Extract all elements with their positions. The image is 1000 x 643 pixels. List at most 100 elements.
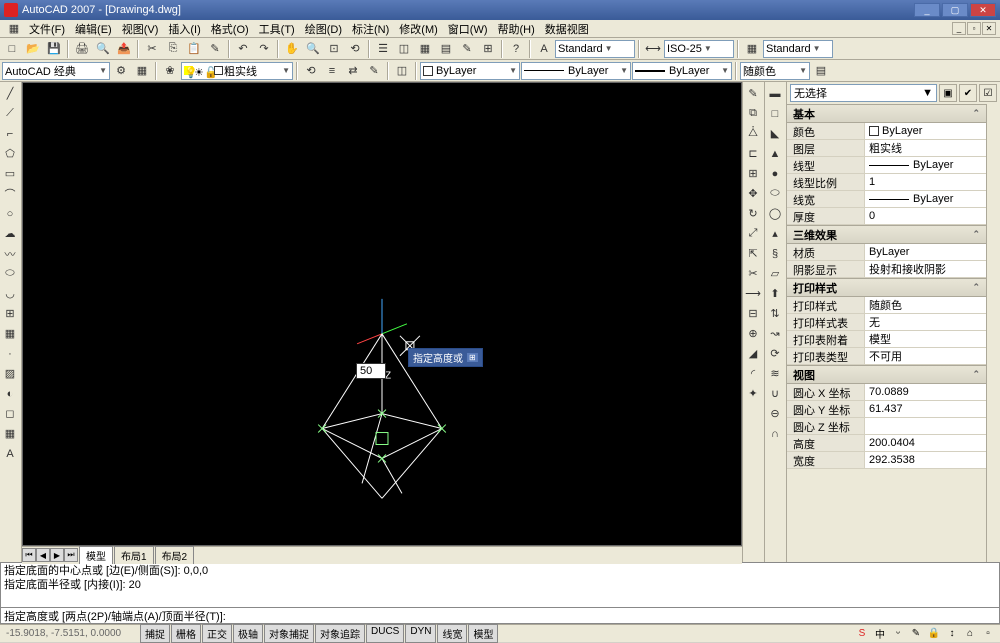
menu-dimension[interactable]: 标注(N) xyxy=(347,20,394,38)
layer-combo[interactable]: 💡☀🔓 粗实线▼ xyxy=(181,62,293,80)
rotate-icon[interactable]: ↻ xyxy=(743,204,763,223)
point-icon[interactable]: · xyxy=(0,344,20,363)
rectangle-icon[interactable]: ▭ xyxy=(0,164,20,183)
subtract-icon[interactable]: ⊖ xyxy=(765,404,785,423)
erase-icon[interactable]: ✎ xyxy=(743,84,763,103)
pan-icon[interactable]: ✋ xyxy=(282,39,302,58)
sweep-icon[interactable]: ↝ xyxy=(765,324,785,343)
zoom-prev-icon[interactable]: ⟲ xyxy=(345,39,365,58)
open-icon[interactable]: 📂 xyxy=(23,39,43,58)
tray-annotation-icon[interactable]: ↕ xyxy=(944,627,960,641)
menu-window[interactable]: 窗口(W) xyxy=(443,20,493,38)
status-toggle[interactable]: DYN xyxy=(405,624,436,643)
line-icon[interactable]: ╱ xyxy=(0,84,20,103)
status-toggle[interactable]: 线宽 xyxy=(437,624,467,643)
layer-prev-icon[interactable]: ⟲ xyxy=(301,61,321,80)
status-toggle[interactable]: 对象追踪 xyxy=(315,624,365,643)
status-toggle[interactable]: 捕捉 xyxy=(140,624,170,643)
tray-lang-icon[interactable]: 中 xyxy=(872,627,888,641)
designcenter-icon[interactable]: ◫ xyxy=(394,39,414,58)
copy-obj-icon[interactable]: ⧉ xyxy=(743,104,763,123)
layer-make-icon[interactable]: ✎ xyxy=(364,61,384,80)
status-toggle[interactable]: 栅格 xyxy=(171,624,201,643)
drawing-canvas[interactable]: Z 50 指定高度或⊞ xyxy=(22,82,742,546)
tab-prev-icon[interactable]: ◀ xyxy=(36,548,50,562)
prop-row[interactable]: 打印表附着到模型 xyxy=(787,331,986,348)
tray-lock-icon[interactable]: 🔒 xyxy=(926,627,942,641)
layer-props-icon[interactable]: ❀ xyxy=(160,61,180,80)
textstyle-icon[interactable]: A xyxy=(534,39,554,58)
gradient-icon[interactable]: ◐ xyxy=(0,384,20,403)
workspace-save-icon[interactable]: ▦ xyxy=(132,61,152,80)
union-icon[interactable]: ∪ xyxy=(765,384,785,403)
prop-row[interactable]: 打印样式随颜色 xyxy=(787,297,986,314)
dimstyle-combo[interactable]: ISO-25▼ xyxy=(664,40,734,58)
extend-icon[interactable]: ⟶ xyxy=(743,284,763,303)
sphere-icon[interactable]: ● xyxy=(765,164,785,183)
presspull-icon[interactable]: ⇅ xyxy=(765,304,785,323)
stretch-icon[interactable]: ⇱ xyxy=(743,244,763,263)
break-icon[interactable]: ⊟ xyxy=(743,304,763,323)
prop-row[interactable]: 线型比例1 xyxy=(787,174,986,191)
prop-section-header[interactable]: 打印样式⌃ xyxy=(787,279,986,297)
array-icon[interactable]: ⊞ xyxy=(743,164,763,183)
hatch-icon[interactable]: ▨ xyxy=(0,364,20,383)
torus-icon[interactable]: ◯ xyxy=(765,204,785,223)
menu-edit[interactable]: 编辑(E) xyxy=(70,20,117,38)
tab-model[interactable]: 模型 xyxy=(79,546,113,564)
menu-tools[interactable]: 工具(T) xyxy=(254,20,300,38)
polysolid-icon[interactable]: ▬ xyxy=(765,84,785,103)
viewport-icon[interactable]: ◫ xyxy=(392,61,412,80)
menu-draw[interactable]: 绘图(D) xyxy=(300,20,347,38)
tray-max-icon[interactable]: ▫ xyxy=(980,627,996,641)
sheetset-icon[interactable]: ▤ xyxy=(436,39,456,58)
prop-row[interactable]: 线型ByLayer xyxy=(787,157,986,174)
markup-icon[interactable]: ✎ xyxy=(457,39,477,58)
command-input[interactable]: 指定高度或 [两点(2P)/轴端点(A)/顶面半径(T)]: xyxy=(0,608,1000,624)
cone-icon[interactable]: ▲ xyxy=(765,144,785,163)
new-icon[interactable]: □ xyxy=(2,39,22,58)
fillet-icon[interactable]: ◜ xyxy=(743,364,763,383)
tray-input2-icon[interactable]: ✎ xyxy=(908,627,924,641)
menu-view[interactable]: 视图(V) xyxy=(117,20,164,38)
layer-match-icon[interactable]: ⇄ xyxy=(343,61,363,80)
extrude-icon[interactable]: ⬆ xyxy=(765,284,785,303)
tablestyle-icon[interactable]: ▦ xyxy=(742,39,762,58)
planar-icon[interactable]: ▱ xyxy=(765,264,785,283)
explode-icon[interactable]: ✦ xyxy=(743,384,763,403)
prop-row[interactable]: 圆心 Z 坐标 xyxy=(787,418,986,435)
copy-icon[interactable]: ⎘ xyxy=(163,39,183,58)
calc-icon[interactable]: ⊞ xyxy=(478,39,498,58)
selectobj-icon[interactable]: ✔ xyxy=(959,84,977,102)
status-toggle[interactable]: 对象捕捉 xyxy=(264,624,314,643)
menu-modify[interactable]: 修改(M) xyxy=(394,20,443,38)
color-combo[interactable]: ByLayer▼ xyxy=(420,62,520,80)
status-toggle[interactable]: 极轴 xyxy=(233,624,263,643)
wedge-icon[interactable]: ◣ xyxy=(765,124,785,143)
helix-icon[interactable]: § xyxy=(765,244,785,263)
save-icon[interactable]: 💾 xyxy=(44,39,64,58)
scale-icon[interactable]: ⤢ xyxy=(743,224,763,243)
offset-icon[interactable]: ⊏ xyxy=(743,144,763,163)
plotstyle-combo[interactable]: 随颜色▼ xyxy=(740,62,810,80)
menu-format[interactable]: 格式(O) xyxy=(206,20,254,38)
prop-section-header[interactable]: 三维效果⌃ xyxy=(787,226,986,244)
tab-layout1[interactable]: 布局1 xyxy=(114,546,154,564)
prop-row[interactable]: 圆心 X 坐标70.0889 xyxy=(787,384,986,401)
mirror-icon[interactable]: ⧊ xyxy=(743,124,763,143)
cut-icon[interactable]: ✂ xyxy=(142,39,162,58)
tab-first-icon[interactable]: ⏮ xyxy=(22,548,36,562)
zoom-icon[interactable]: 🔍 xyxy=(303,39,323,58)
prop-row[interactable]: 图层粗实线 xyxy=(787,140,986,157)
prop-section-header[interactable]: 视图⌃ xyxy=(787,366,986,384)
dynamic-input[interactable]: 50 xyxy=(356,363,386,379)
polygon-icon[interactable]: ⬠ xyxy=(0,144,20,163)
doc-restore-button[interactable]: ▫ xyxy=(967,22,981,35)
print-icon[interactable]: 🖨 xyxy=(72,39,92,58)
zoom-window-icon[interactable]: ⊡ xyxy=(324,39,344,58)
ellipse-icon[interactable]: ⬭ xyxy=(0,264,20,283)
props-scrollbar[interactable] xyxy=(986,104,1000,562)
linetype-combo[interactable]: ByLayer▼ xyxy=(521,62,631,80)
mtext-icon[interactable]: A xyxy=(0,444,20,463)
trim-icon[interactable]: ✂ xyxy=(743,264,763,283)
